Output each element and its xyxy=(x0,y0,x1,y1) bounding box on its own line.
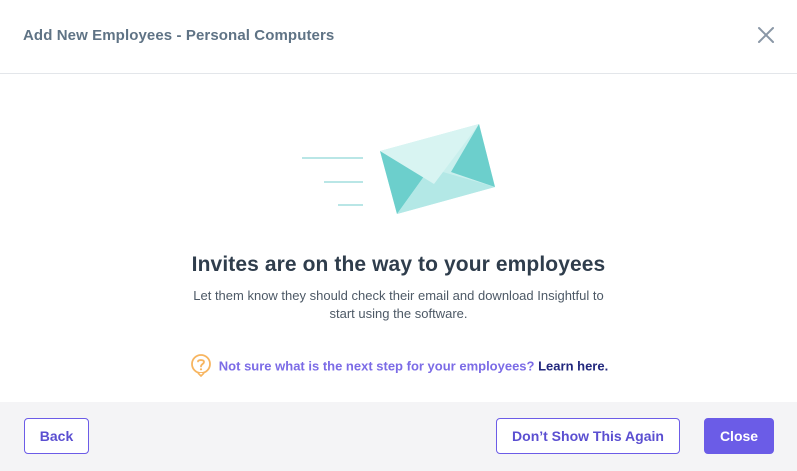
invites-headline: Invites are on the way to your employees xyxy=(191,253,606,276)
add-employees-modal: Add New Employees - Personal Computers I… xyxy=(0,0,797,471)
modal-header: Add New Employees - Personal Computers xyxy=(0,0,797,74)
envelope-icon xyxy=(298,120,500,220)
modal-footer: Back Don’t Show This Again Close xyxy=(0,402,797,471)
close-icon[interactable] xyxy=(755,24,777,46)
help-row: Not sure what is the next step for your … xyxy=(0,354,797,378)
question-bulb-icon xyxy=(189,353,213,377)
learn-here-link[interactable]: Learn here. xyxy=(538,359,608,374)
back-button[interactable]: Back xyxy=(24,418,89,454)
help-text: Not sure what is the next step for your … xyxy=(218,358,535,374)
modal-title: Add New Employees - Personal Computers xyxy=(23,27,335,44)
invites-description: Let them know they should check their em… xyxy=(193,288,604,321)
dont-show-again-button[interactable]: Don’t Show This Again xyxy=(496,418,680,454)
close-button[interactable]: Close xyxy=(704,418,774,454)
